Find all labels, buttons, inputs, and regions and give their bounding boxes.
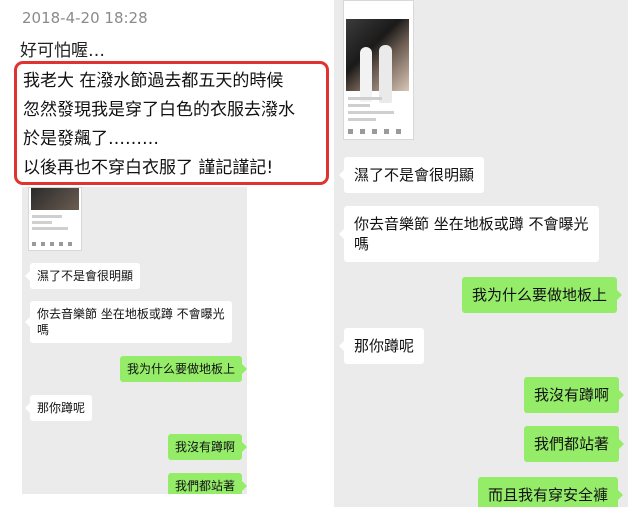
caption-line [348, 111, 394, 114]
post-text-line: 忽然發現我是穿了白色的衣服去潑水 [23, 100, 295, 120]
chat-bubble-incoming: 那你蹲呢 [338, 328, 425, 364]
bubble-line: 嗎 [37, 323, 50, 337]
photo-figure [360, 47, 372, 102]
chat-bubble-incoming: 濕了不是會很明顯 [24, 263, 141, 289]
caption-line [32, 221, 52, 224]
post-text-line: 我老大 在潑水節過去都五天的時候 [23, 71, 284, 91]
chat-bubble-outgoing: 我为什么要做地板上 [462, 277, 623, 313]
chat-bubble-incoming: 你去音樂節 坐在地板或蹲 不會曝光 嗎 [339, 206, 599, 262]
chat-bubble-outgoing: 我沒有蹲啊 [524, 377, 625, 413]
bubble-line: 嗎 [354, 235, 370, 253]
chat-bubble-incoming: 那你蹲呢 [24, 395, 93, 421]
post-timestamp: 2018-4-20 18:28 [22, 9, 148, 27]
caption-line [32, 215, 62, 218]
photo-figure [379, 45, 392, 103]
chat-bubble-incoming: 你去音樂節 坐在地板或蹲 不會曝光 嗎 [25, 301, 232, 343]
chat-bubble-outgoing: 我們都站著 [524, 426, 625, 462]
bubble-line: 你去音樂節 坐在地板或蹲 不會曝光 [37, 307, 225, 321]
action-icons [32, 242, 76, 246]
chat-bubble-incoming: 濕了不是會很明顯 [338, 157, 485, 193]
chat-bubble-outgoing: 我們都站著 [168, 473, 247, 494]
caption-line [32, 227, 68, 230]
post-text-line: 於是發飆了……… [23, 129, 159, 149]
caption-line [348, 118, 376, 121]
bubble-line: 你去音樂節 坐在地板或蹲 不會曝光 [354, 215, 589, 233]
left-chat-screenshot: 濕了不是會很明顯 你去音樂節 坐在地板或蹲 不會曝光 嗎 我为什么要做地板上 那… [22, 187, 247, 494]
post-text-line: 以後再也不穿白衣服了 謹記謹記! [23, 158, 274, 178]
photo [31, 188, 79, 210]
shared-image-thumbnail[interactable] [343, 0, 414, 140]
right-chat-screenshot: 濕了不是會很明顯 你去音樂節 坐在地板或蹲 不會曝光 嗎 我为什么要做地板上 那… [334, 0, 628, 507]
action-icons [348, 129, 403, 134]
chat-bubble-outgoing: 我为什么要做地板上 [120, 356, 247, 382]
chat-bubble-outgoing: 我沒有蹲啊 [168, 434, 247, 460]
post-text-line: 好可怕喔… [20, 41, 105, 61]
photo [346, 19, 409, 103]
caption-line [348, 104, 370, 107]
highlighted-post-text: 我老大 在潑水節過去都五天的時候 忽然發現我是穿了白色的衣服去潑水 於是發飆了…… [14, 61, 329, 185]
chat-bubble-outgoing: 而且我有穿安全褲 [478, 477, 624, 507]
caption-line [348, 97, 382, 100]
shared-image-thumbnail[interactable] [28, 187, 82, 251]
